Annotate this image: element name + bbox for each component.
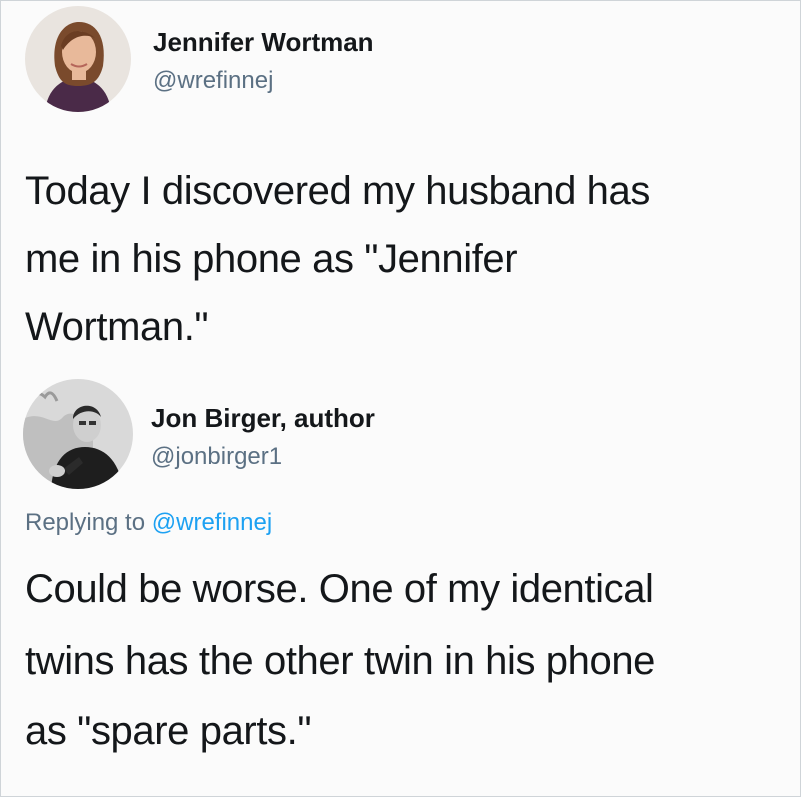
reply-tweet-text-line-3: as "spare parts." bbox=[25, 709, 312, 753]
original-tweet-text-line-2: me in his phone as "Jennifer bbox=[25, 237, 518, 281]
jennifer-handle[interactable]: @wrefinnej bbox=[153, 67, 273, 95]
replying-to-mention[interactable]: @wrefinnej bbox=[152, 509, 272, 536]
original-tweet-text-line-3: Wortman." bbox=[25, 305, 209, 349]
jennifer-avatar[interactable] bbox=[25, 6, 131, 112]
jon-display-name[interactable]: Jon Birger, author bbox=[151, 403, 375, 434]
reply-tweet-text-line-2: twins has the other twin in his phone bbox=[25, 639, 656, 683]
jennifer-display-name[interactable]: Jennifer Wortman bbox=[153, 27, 374, 58]
replying-to-label: Replying to bbox=[25, 509, 146, 536]
tweet-screenshot-frame: Jennifer Wortman @wrefinnej Today I disc… bbox=[0, 0, 801, 797]
reply-tweet-text-line-1: Could be worse. One of my identical bbox=[25, 567, 654, 611]
user-avatar-man-icon bbox=[23, 379, 133, 489]
replying-to-line: Replying to @wrefinnej bbox=[25, 509, 272, 537]
jon-handle[interactable]: @jonbirger1 bbox=[151, 443, 282, 471]
original-tweet-text-line-1: Today I discovered my husband has bbox=[25, 169, 650, 213]
user-avatar-woman-icon bbox=[25, 6, 131, 112]
jon-avatar[interactable] bbox=[23, 379, 133, 489]
